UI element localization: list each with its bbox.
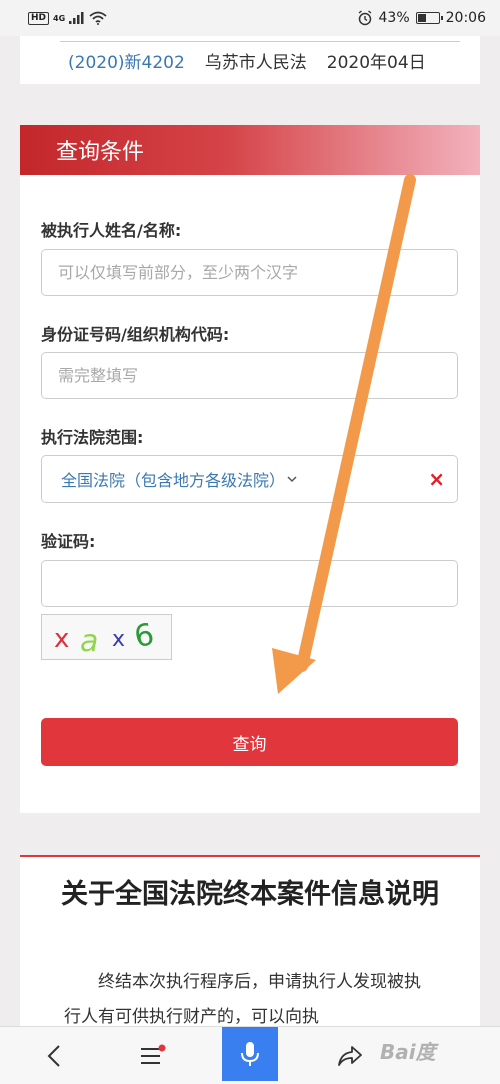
result-table-partial: (2020)新4202 乌苏市人民法 2020年04日 bbox=[20, 36, 480, 84]
info-text: 终结本次执行程序后，申请执行人发现被执行人有可供执行财产的，可以向执 bbox=[64, 972, 421, 1027]
battery-icon bbox=[415, 12, 443, 24]
status-right: 43% 20:06 bbox=[357, 10, 486, 26]
case-number-link[interactable]: (2020)新4202 bbox=[68, 48, 185, 73]
captcha-char-2: a bbox=[80, 624, 98, 659]
microphone-icon bbox=[241, 1042, 259, 1066]
captcha-drawing: x a x 6 bbox=[54, 617, 157, 659]
query-header: 查询条件 bbox=[20, 125, 480, 175]
clear-icon[interactable]: × bbox=[428, 468, 445, 490]
captcha-label: 验证码: bbox=[41, 532, 96, 551]
name-input[interactable] bbox=[41, 249, 458, 296]
wifi-icon bbox=[89, 11, 107, 25]
id-number-input[interactable] bbox=[41, 352, 458, 399]
menu-icon bbox=[141, 1044, 166, 1064]
name-label: 被执行人姓名/名称: bbox=[41, 221, 182, 240]
battery-fill bbox=[417, 14, 427, 22]
info-title: 关于全国法院终本案件信息说明 bbox=[61, 879, 439, 910]
status-bar: HD 4G 43% 20:06 bbox=[0, 0, 500, 36]
captcha-input[interactable] bbox=[41, 560, 458, 607]
query-header-title: 查询条件 bbox=[56, 140, 145, 165]
court-name: 乌苏市人民法 bbox=[204, 53, 307, 73]
signal-icon bbox=[69, 12, 84, 24]
clock: 20:06 bbox=[445, 10, 486, 26]
captcha-image[interactable]: x a x 6 bbox=[41, 614, 172, 660]
share-icon bbox=[338, 1046, 362, 1066]
battery-percent: 43% bbox=[378, 10, 410, 26]
watermark-logo: Bai度 bbox=[380, 1040, 436, 1064]
court-range-select[interactable]: 全国法院（包含地方各级法院） × bbox=[41, 455, 458, 503]
captcha-char-1: x bbox=[54, 624, 69, 654]
alarm-icon bbox=[358, 10, 371, 26]
court-range-value: 全国法院（包含地方各级法院） bbox=[61, 471, 286, 490]
back-icon bbox=[47, 1045, 60, 1067]
voice-search-button[interactable] bbox=[222, 1027, 278, 1081]
submit-query-button[interactable]: 查询 bbox=[41, 718, 458, 766]
status-left: HD 4G bbox=[28, 11, 107, 25]
back-button[interactable] bbox=[34, 1027, 74, 1084]
captcha-char-4: 6 bbox=[131, 617, 157, 655]
query-form-card: 查询条件 被执行人姓名/名称: 身份证号码/组织机构代码: 执行法院范围: 全国… bbox=[20, 125, 480, 813]
table-divider bbox=[60, 41, 460, 42]
court-range-label: 执行法院范围: bbox=[41, 428, 144, 447]
share-button[interactable] bbox=[330, 1027, 370, 1084]
captcha-char-3: x bbox=[112, 627, 125, 652]
dropdown-arrow-icon bbox=[287, 476, 297, 483]
id-label: 身份证号码/组织机构代码: bbox=[41, 325, 230, 344]
case-date: 2020年04日 bbox=[326, 53, 426, 73]
table-row: (2020)新4202 乌苏市人民法 2020年04日 bbox=[68, 48, 426, 73]
network-type: 4G bbox=[53, 13, 66, 23]
hd-badge: HD bbox=[28, 11, 50, 25]
menu-button[interactable] bbox=[132, 1027, 172, 1084]
